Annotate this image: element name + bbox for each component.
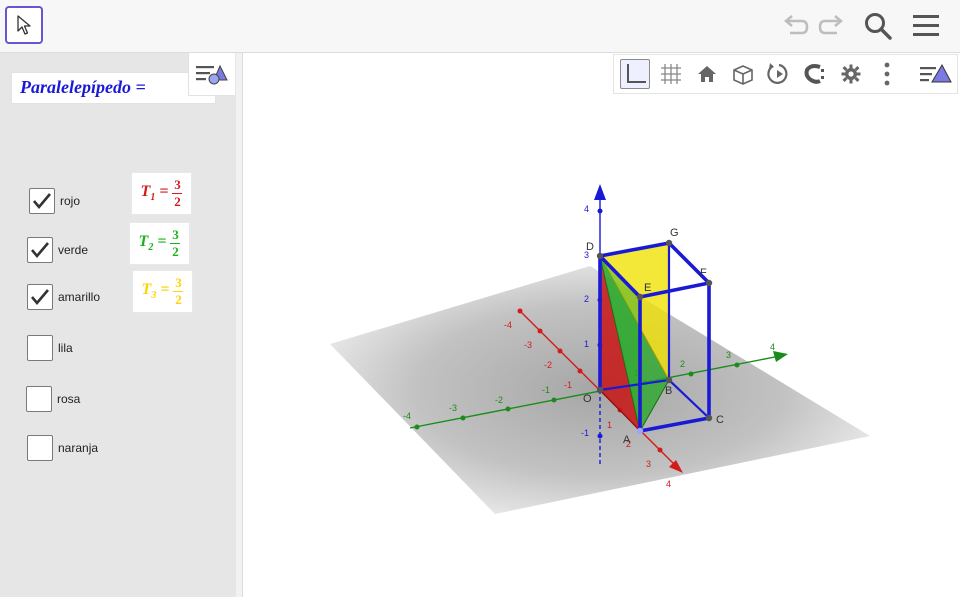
graphics-style-toggle-button[interactable] bbox=[918, 59, 954, 89]
y-tick-neg3: -3 bbox=[449, 403, 457, 413]
more-options-button[interactable] bbox=[872, 59, 902, 89]
z-tick-1: 1 bbox=[584, 339, 589, 349]
check-icon bbox=[31, 289, 49, 306]
checkbox-label: rojo bbox=[60, 194, 81, 208]
home-view-button[interactable] bbox=[692, 59, 722, 89]
algebra-input-text: Paralelepípedo = bbox=[20, 77, 146, 97]
checkbox-label: amarillo bbox=[58, 290, 101, 304]
label-o: O bbox=[583, 393, 592, 405]
label-g: G bbox=[670, 227, 679, 239]
check-icon bbox=[31, 242, 49, 259]
label-e: E bbox=[644, 282, 651, 294]
undo-icon bbox=[784, 15, 809, 35]
view-direction-button[interactable] bbox=[728, 59, 758, 89]
text-t3: T3 = 32 bbox=[132, 270, 193, 313]
fraction: 32 bbox=[172, 177, 183, 209]
view-cube-icon bbox=[733, 65, 753, 85]
label-a: A bbox=[623, 434, 631, 446]
y-tick-2: 2 bbox=[680, 359, 685, 369]
algebra-style-icon bbox=[196, 64, 228, 85]
grid-icon bbox=[661, 64, 681, 84]
fraction: 32 bbox=[170, 227, 181, 259]
search-icon bbox=[865, 13, 892, 40]
checkbox-rojo[interactable]: rojo bbox=[29, 188, 80, 214]
z-tick-2: 2 bbox=[584, 294, 589, 304]
x-tick-4: 4 bbox=[666, 479, 671, 489]
text-t3-name: T3 = bbox=[141, 281, 170, 302]
more-vertical-icon bbox=[884, 62, 890, 86]
algebra-style-button[interactable] bbox=[188, 53, 235, 96]
checkbox-box[interactable] bbox=[27, 237, 53, 263]
checkbox-box[interactable] bbox=[27, 284, 53, 310]
main-menu-button[interactable] bbox=[908, 8, 944, 44]
label-d: D bbox=[586, 241, 594, 253]
x-tick-neg3: -3 bbox=[524, 340, 532, 350]
checkbox-label: naranja bbox=[58, 441, 99, 455]
y-tick-neg1: -1 bbox=[542, 385, 550, 395]
label-c: C bbox=[716, 414, 724, 426]
graphics-style-bar bbox=[613, 54, 958, 94]
checkbox-amarillo[interactable]: amarillo bbox=[27, 284, 100, 310]
checkbox-label: lila bbox=[58, 341, 73, 355]
search-button[interactable] bbox=[860, 8, 896, 44]
undo-button[interactable] bbox=[777, 8, 813, 44]
y-tick-neg2: -2 bbox=[495, 395, 503, 405]
top-toolbar bbox=[0, 0, 960, 53]
text-t2: T2 = 32 bbox=[129, 222, 190, 265]
move-tool-button[interactable] bbox=[5, 6, 43, 44]
checkbox-box[interactable] bbox=[27, 335, 53, 361]
checkbox-lila[interactable]: lila bbox=[27, 335, 73, 361]
y-tick-4: 4 bbox=[770, 342, 775, 352]
algebra-input[interactable]: Paralelepípedo = bbox=[11, 72, 216, 104]
checkbox-verde[interactable]: verde bbox=[27, 237, 88, 263]
x-tick-neg1: -1 bbox=[564, 380, 572, 390]
label-f: F bbox=[700, 267, 707, 279]
checkbox-box[interactable] bbox=[27, 435, 53, 461]
text-t1: T1 = 32 bbox=[131, 172, 192, 215]
style-bar-icon bbox=[920, 63, 952, 83]
y-tick-neg4: -4 bbox=[403, 411, 411, 421]
toggle-grid-button[interactable] bbox=[656, 59, 686, 89]
home-icon bbox=[698, 66, 716, 82]
x-tick-neg2: -2 bbox=[544, 360, 552, 370]
redo-button[interactable] bbox=[814, 8, 850, 44]
algebra-panel bbox=[0, 53, 237, 597]
redo-icon bbox=[818, 15, 843, 35]
z-tick-4: 4 bbox=[584, 204, 589, 214]
z-tick-neg1: -1 bbox=[581, 428, 589, 438]
projection-icon bbox=[804, 64, 824, 84]
checkbox-label: rosa bbox=[57, 392, 81, 406]
text-t2-name: T2 = bbox=[138, 233, 167, 254]
x-tick-neg4: -4 bbox=[504, 320, 512, 330]
checkbox-box[interactable] bbox=[29, 188, 55, 214]
y-axis-arrow bbox=[773, 351, 788, 362]
rotate-icon bbox=[767, 63, 788, 84]
checkbox-naranja[interactable]: naranja bbox=[27, 435, 98, 461]
x-tick-3: 3 bbox=[646, 459, 651, 469]
panel-divider[interactable] bbox=[236, 53, 243, 597]
toggle-axes-button[interactable] bbox=[620, 59, 650, 89]
checkbox-box[interactable] bbox=[26, 386, 52, 412]
projection-button[interactable] bbox=[800, 59, 830, 89]
z-axis-arrow bbox=[594, 184, 606, 200]
label-b: B bbox=[665, 385, 672, 397]
check-icon bbox=[33, 193, 51, 210]
checkbox-rosa[interactable]: rosa bbox=[26, 386, 80, 412]
x-tick-1: 1 bbox=[607, 420, 612, 430]
fraction: 32 bbox=[173, 275, 184, 307]
point-a-marker bbox=[636, 427, 644, 435]
settings-button[interactable] bbox=[836, 59, 866, 89]
checkbox-label: verde bbox=[58, 243, 89, 257]
cursor-arrow-icon bbox=[17, 15, 31, 35]
text-t1-name: T1 = bbox=[140, 183, 169, 204]
axes-icon bbox=[627, 64, 646, 83]
rotate-view-button[interactable] bbox=[764, 59, 794, 89]
y-tick-3: 3 bbox=[726, 350, 731, 360]
hamburger-menu-icon bbox=[913, 15, 939, 36]
graphics-3d-view[interactable]: 4 3 2 1 -1 -2 -3 -4 4 3 2 1 -1 -2 -3 -4 … bbox=[243, 95, 960, 597]
gear-icon bbox=[841, 64, 861, 84]
